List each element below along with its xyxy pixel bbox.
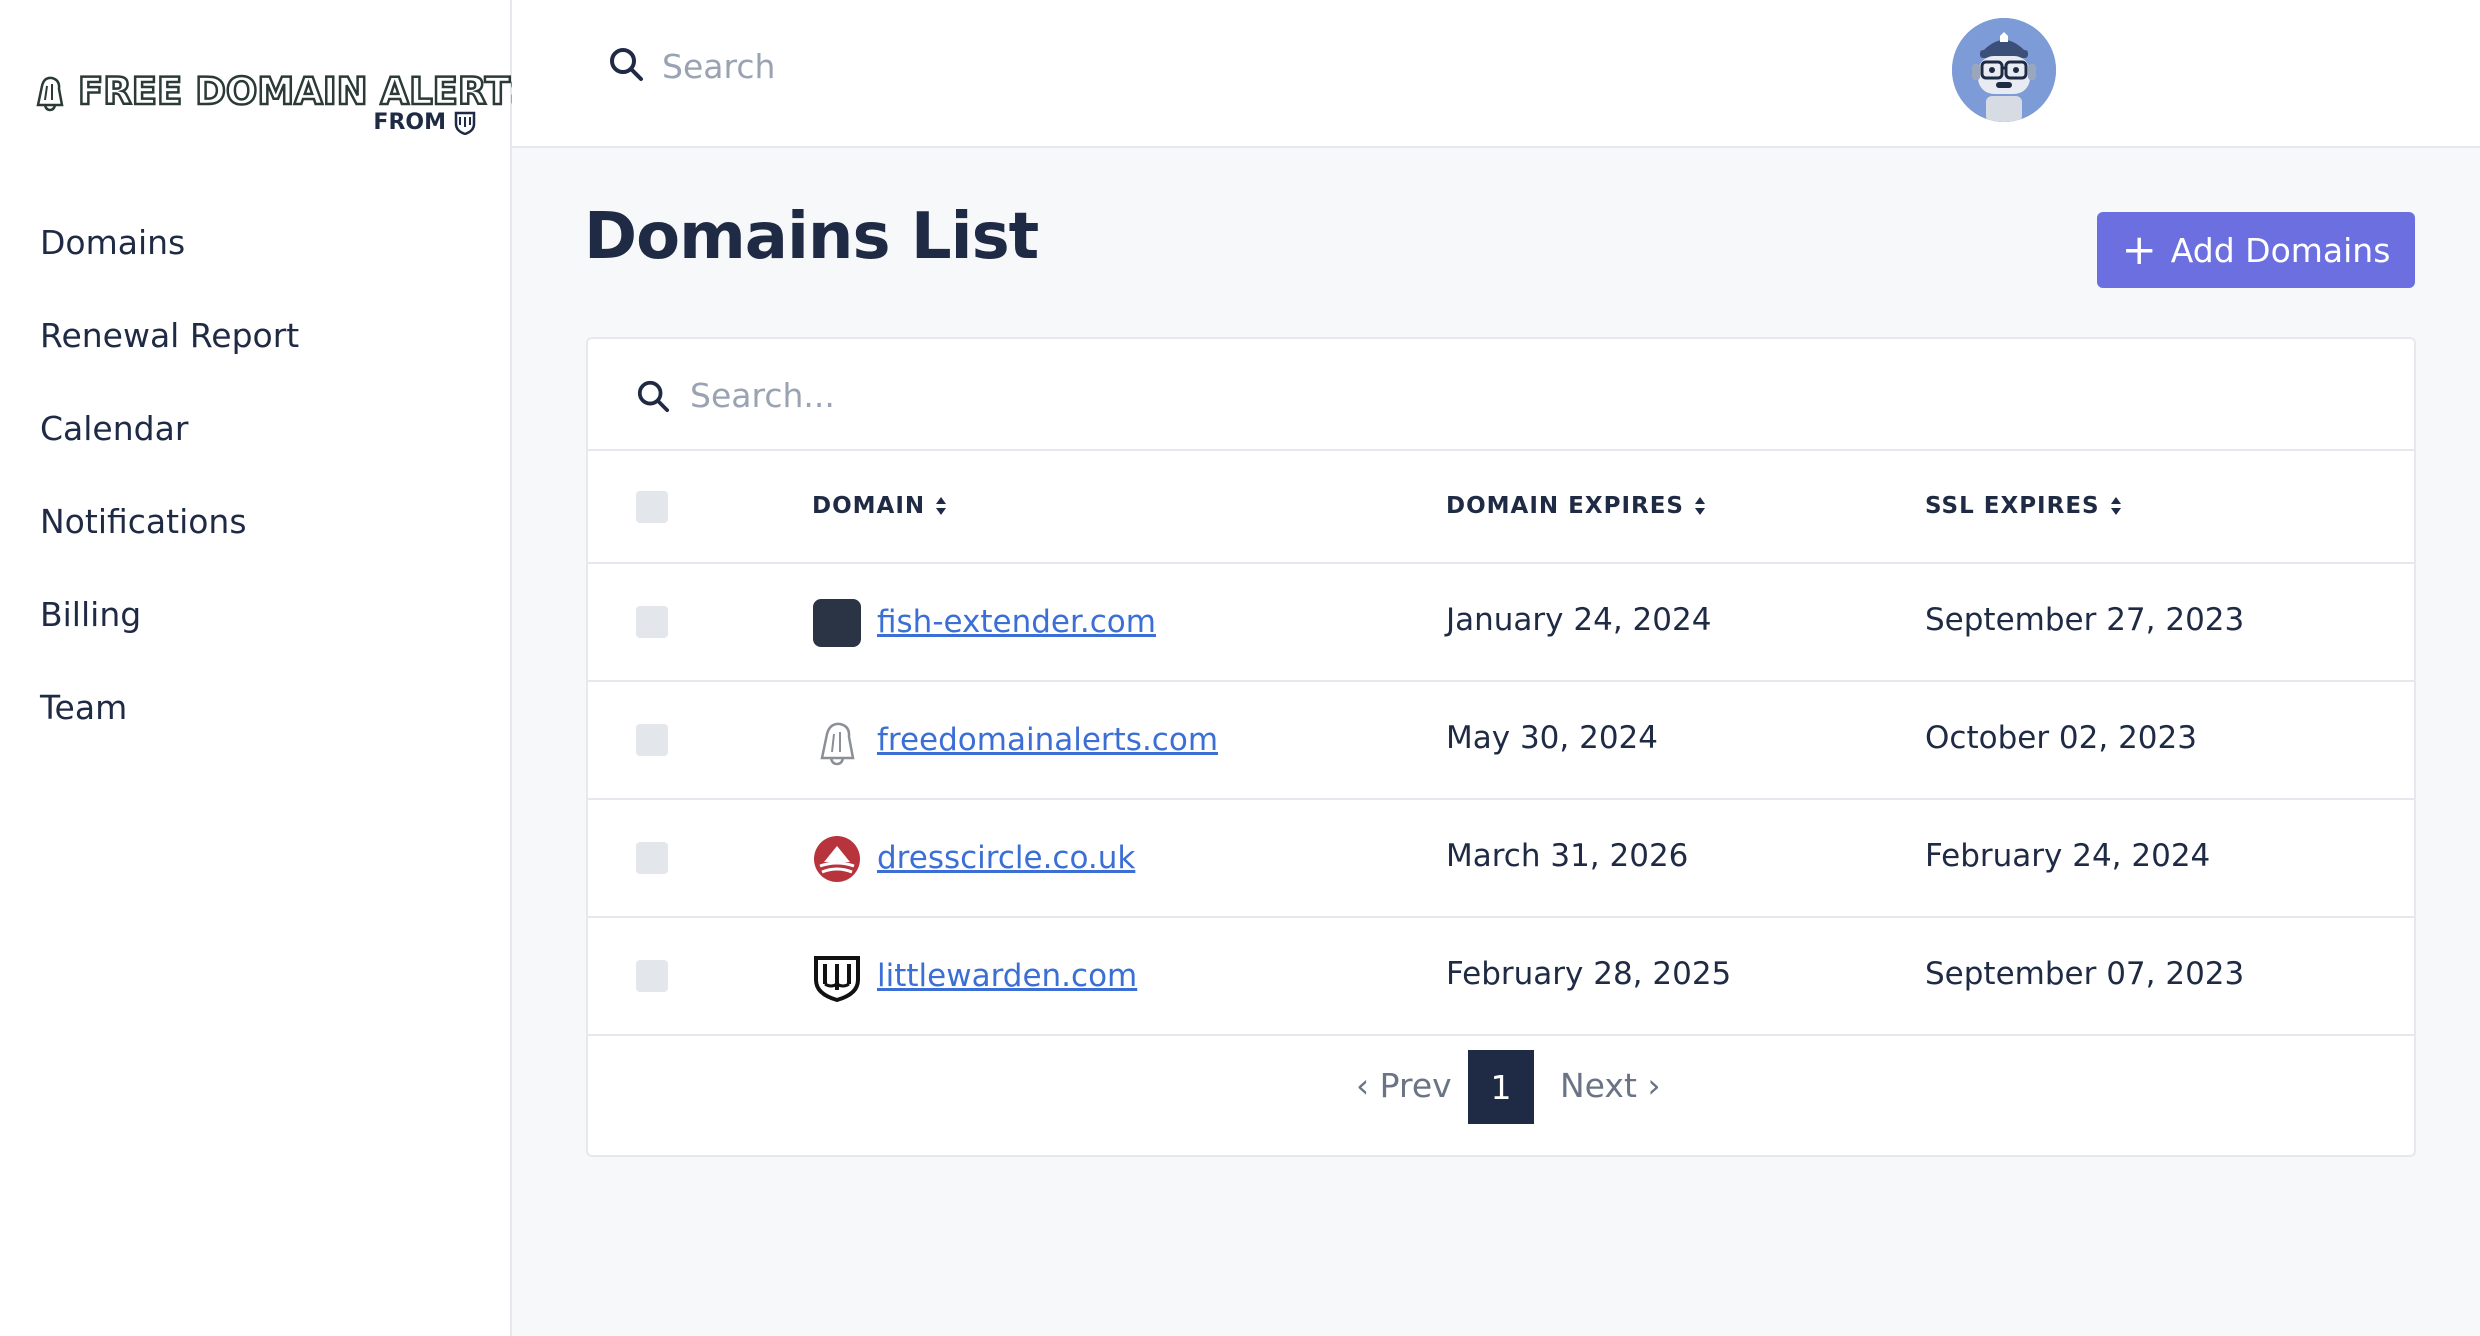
sidebar-item-billing[interactable]: Billing (0, 582, 510, 675)
select-all-checkbox[interactable] (636, 491, 668, 523)
ssl-expires-date: September 27, 2023 (1925, 602, 2245, 638)
table-row: littlewarden.com February 28, 2025 Septe… (588, 918, 2414, 1036)
domain-link[interactable]: littlewarden.com (877, 958, 1137, 994)
sidebar: FREE DOMAIN ALERTS FROM Domains Renewal … (0, 0, 538, 1336)
brand-from-label: FROM (373, 110, 446, 135)
brand-title: FREE DOMAIN ALERTS (77, 69, 538, 115)
sort-icon (936, 497, 947, 515)
sort-icon (2110, 497, 2121, 515)
column-header-ssl-expires[interactable]: SSL EXPIRES (1925, 493, 2122, 519)
bell-icon (820, 722, 855, 766)
pagination-next[interactable]: Next › (1560, 1066, 1661, 1105)
column-header-label: SSL EXPIRES (1925, 493, 2100, 519)
bell-icon (36, 76, 64, 112)
domain-link[interactable]: fish-extender.com (877, 604, 1156, 640)
search-icon (610, 48, 643, 81)
domain-link[interactable]: freedomainalerts.com (877, 722, 1218, 758)
pagination: ‹ Prev 1 Next › (588, 1028, 2414, 1158)
table-search-bar (588, 339, 2414, 451)
column-header-label: DOMAIN (812, 493, 926, 519)
domain-expires-date: February 28, 2025 (1446, 956, 1732, 992)
sidebar-nav: Domains Renewal Report Calendar Notifica… (0, 210, 510, 768)
pagination-prev[interactable]: ‹ Prev (1356, 1066, 1452, 1105)
robot-avatar-icon (1952, 18, 2056, 122)
table-header: DOMAIN DOMAIN EXPIRES SSL EXPIRES (588, 451, 2414, 564)
row-checkbox[interactable] (636, 960, 668, 992)
column-header-domain-expires[interactable]: DOMAIN EXPIRES (1446, 493, 1706, 519)
user-avatar[interactable] (1952, 18, 2056, 122)
plus-icon: + (2121, 225, 2157, 274)
page-title: Domains List (584, 200, 1039, 274)
domains-table-card: DOMAIN DOMAIN EXPIRES SSL EXPIRES fish-e… (586, 337, 2416, 1157)
ssl-expires-date: February 24, 2024 (1925, 838, 2211, 874)
sidebar-item-calendar[interactable]: Calendar (0, 396, 510, 489)
sidebar-item-domains[interactable]: Domains (0, 210, 510, 303)
search-icon (637, 380, 670, 413)
table-search-input[interactable] (690, 367, 2290, 423)
pagination-page-current[interactable]: 1 (1468, 1050, 1534, 1124)
topbar (512, 0, 2480, 148)
domain-expires-date: January 24, 2024 (1446, 602, 1712, 638)
domain-expires-date: March 31, 2026 (1446, 838, 1689, 874)
sidebar-item-renewal-report[interactable]: Renewal Report (0, 303, 510, 396)
domain-expires-date: May 30, 2024 (1446, 720, 1658, 756)
ssl-expires-date: October 02, 2023 (1925, 720, 2197, 756)
add-domains-label: Add Domains (2170, 230, 2391, 270)
dresscircle-logo-icon (814, 836, 860, 882)
table-row: fish-extender.com January 24, 2024 Septe… (588, 564, 2414, 682)
sort-icon (1695, 497, 1705, 515)
ssl-expires-date: September 07, 2023 (1925, 956, 2245, 992)
sidebar-item-team[interactable]: Team (0, 675, 510, 768)
column-header-domain[interactable]: DOMAIN (812, 493, 947, 519)
table-row: dresscircle.co.uk March 31, 2026 Februar… (588, 800, 2414, 918)
shield-icon (454, 111, 476, 135)
row-checkbox[interactable] (636, 724, 668, 756)
column-header-label: DOMAIN EXPIRES (1446, 493, 1684, 519)
table-row: freedomainalerts.com May 30, 2024 Octobe… (588, 682, 2414, 800)
global-search-input[interactable] (662, 38, 1262, 94)
row-checkbox[interactable] (636, 842, 668, 874)
row-checkbox[interactable] (636, 606, 668, 638)
sidebar-item-notifications[interactable]: Notifications (0, 489, 510, 582)
add-domains-button[interactable]: + Add Domains (2097, 212, 2415, 288)
dark-square-icon (813, 599, 861, 647)
littlewarden-shield-icon (814, 956, 860, 1002)
brand-from: FROM (373, 110, 476, 135)
domain-link[interactable]: dresscircle.co.uk (877, 840, 1135, 876)
brand-logo[interactable]: FREE DOMAIN ALERTS FROM (30, 68, 538, 144)
